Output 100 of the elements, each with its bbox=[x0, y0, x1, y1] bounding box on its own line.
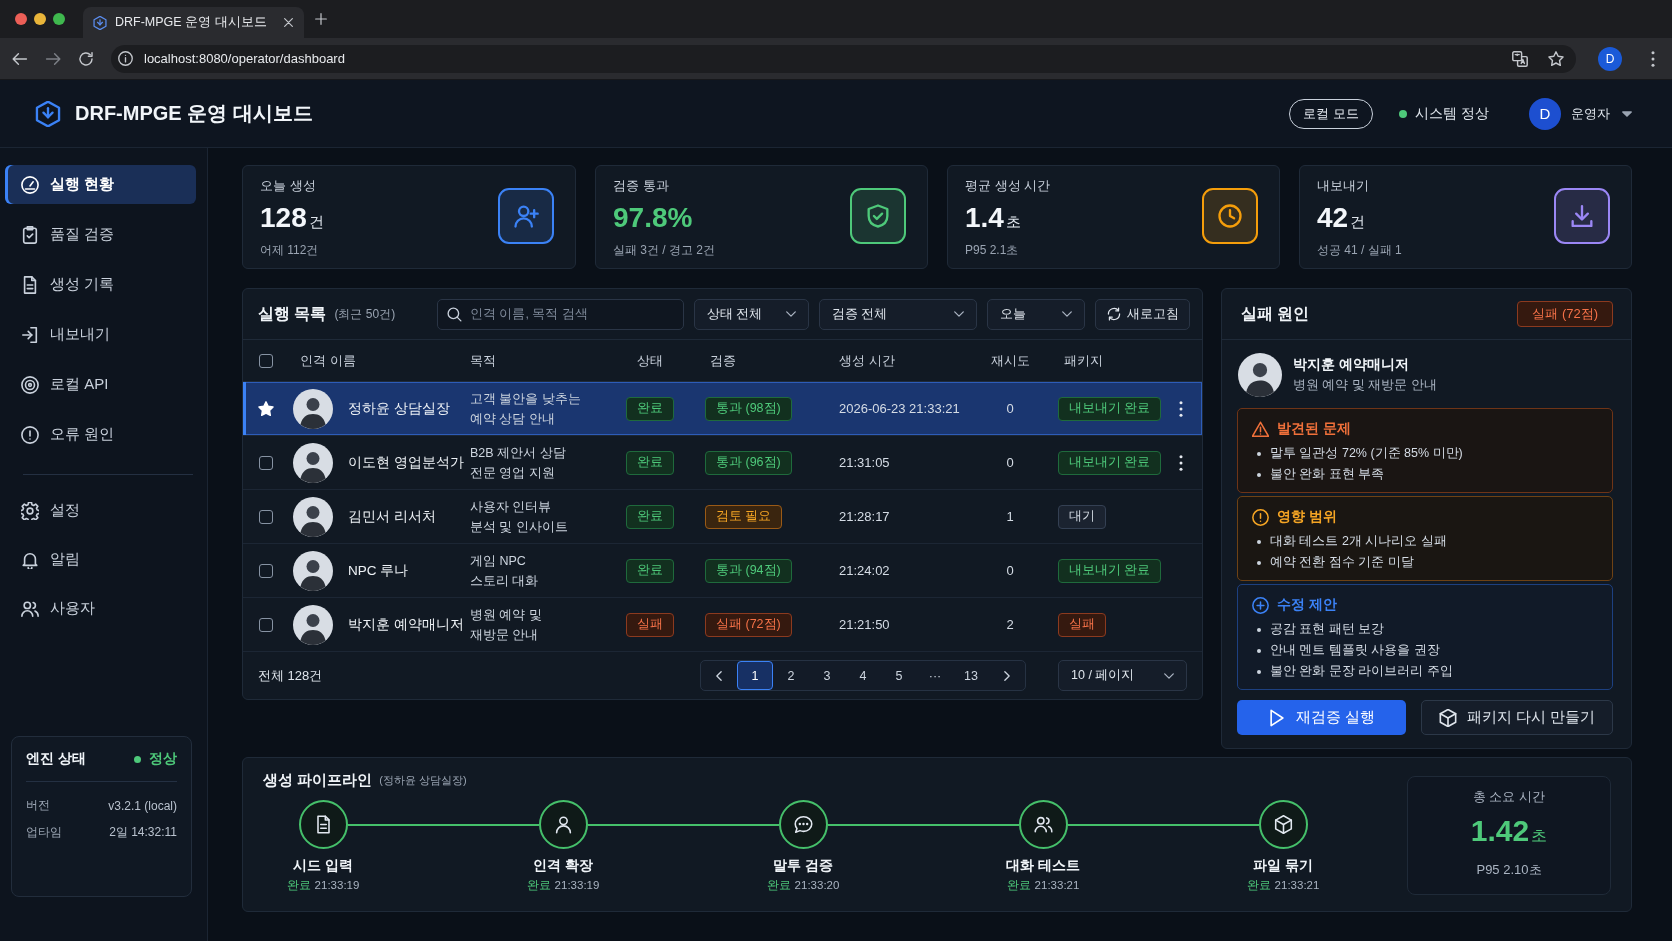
info-icon[interactable] bbox=[118, 51, 133, 66]
stat-subtext: 실패 3건 / 경고 2건 bbox=[613, 242, 716, 258]
row-checkbox[interactable] bbox=[258, 563, 273, 578]
play-icon bbox=[1268, 708, 1286, 727]
target-icon bbox=[21, 375, 39, 394]
page-button[interactable]: ··· bbox=[917, 661, 953, 690]
user-avatar[interactable]: D bbox=[1529, 97, 1561, 130]
search-field[interactable]: 인격 이름, 목적 검색 bbox=[437, 298, 684, 330]
chevron-right-icon bbox=[1004, 670, 1010, 681]
filter-dropdown[interactable]: 상태 전체 bbox=[694, 298, 809, 330]
persona-name: 정하윤 상담실장 bbox=[348, 399, 450, 418]
translate-icon[interactable] bbox=[1512, 50, 1528, 67]
more-options-icon[interactable] bbox=[1651, 50, 1655, 67]
star-icon[interactable] bbox=[257, 400, 274, 417]
maximize-window-icon[interactable] bbox=[53, 13, 65, 25]
page-size-dropdown[interactable]: 10 / 페이지 bbox=[1058, 660, 1187, 691]
alert-circle-icon bbox=[1252, 508, 1269, 526]
table-row[interactable]: 정하윤 상담실장 고객 불안을 낮추는 예약 상담 안내 완료 통과 (98점) 2026-06-23 21:33:21 0 내보내기 완료 bbox=[243, 382, 1202, 436]
column-header: 생성 시간 bbox=[839, 352, 895, 368]
filter-dropdown[interactable]: 검증 전체 bbox=[819, 298, 977, 330]
sidebar-item[interactable]: 품질 검증 bbox=[5, 215, 196, 254]
table-row[interactable]: NPC 루나 게임 NPC 스토리 대화 완료 통과 (94점) 21:24:02 0 내보내기 완료 bbox=[243, 544, 1202, 598]
user-name[interactable]: 운영자 bbox=[1571, 104, 1610, 123]
page-button[interactable]: 5 bbox=[881, 661, 917, 690]
row-checkbox[interactable] bbox=[258, 509, 273, 524]
plus-icon[interactable] bbox=[315, 13, 327, 25]
select-all-checkbox[interactable] bbox=[258, 353, 273, 368]
gauge-icon bbox=[21, 175, 39, 194]
row-checkbox[interactable] bbox=[258, 617, 273, 632]
list-item-text: 공감 표현 패턴 보강 bbox=[1270, 621, 1385, 638]
status-badge: 완료 bbox=[626, 450, 674, 475]
sidebar-item[interactable]: 알림 bbox=[5, 540, 196, 579]
step-label: 인격 확장 bbox=[533, 856, 593, 875]
sidebar-item[interactable]: 설정 bbox=[5, 491, 196, 530]
page-button[interactable]: 3 bbox=[809, 661, 845, 690]
avatar-icon bbox=[293, 604, 333, 645]
stat-unit: 초 bbox=[1005, 213, 1021, 232]
warning-icon bbox=[1252, 420, 1269, 438]
page-button[interactable]: 1 bbox=[737, 661, 773, 690]
sidebar-item[interactable]: 오류 원인 bbox=[5, 415, 196, 454]
column-header: 상태 bbox=[637, 352, 663, 368]
minimize-window-icon[interactable] bbox=[34, 13, 46, 25]
bullet-icon bbox=[1257, 560, 1261, 565]
rebuild-package-button[interactable]: 패키지 다시 만들기 bbox=[1421, 700, 1613, 735]
system-status-text: 시스템 정상 bbox=[1415, 104, 1489, 123]
stat-value: 1.4 bbox=[965, 203, 1004, 233]
stat-value: 97.8% bbox=[613, 203, 693, 233]
forward-arrow-icon[interactable] bbox=[45, 50, 61, 67]
reload-icon[interactable] bbox=[78, 50, 94, 67]
step-status: 완료 bbox=[1006, 878, 1031, 893]
sidebar-item[interactable]: 사용자 bbox=[5, 589, 196, 628]
filter-dropdown[interactable]: 오늘 bbox=[987, 298, 1085, 330]
verification-badge: 실패 (72점) bbox=[705, 612, 792, 637]
verification-badge: 통과 (98점) bbox=[705, 396, 792, 421]
back-arrow-icon[interactable] bbox=[12, 50, 28, 67]
bookmark-star-icon[interactable] bbox=[1548, 50, 1564, 67]
address-bar[interactable]: localhost:8080/operator/dashboard bbox=[111, 44, 1576, 73]
page-button[interactable]: 13 bbox=[953, 661, 989, 690]
package-badge: 내보내기 완료 bbox=[1058, 396, 1162, 421]
row-checkbox[interactable] bbox=[258, 455, 273, 470]
refresh-button[interactable]: 새로고침 bbox=[1095, 298, 1190, 330]
settings-icon bbox=[21, 501, 39, 520]
info-value: v3.2.1 (local) bbox=[108, 798, 177, 813]
bullet-icon bbox=[1257, 648, 1261, 653]
rerun-button[interactable]: 재검증 실행 bbox=[1237, 700, 1406, 735]
close-icon[interactable] bbox=[284, 18, 293, 27]
persona-name: 이도현 영업분석가 bbox=[348, 453, 464, 472]
close-window-icon[interactable] bbox=[15, 13, 27, 25]
profile-avatar-button[interactable]: D bbox=[1598, 46, 1622, 71]
sidebar-item[interactable]: 생성 기록 bbox=[5, 265, 196, 304]
refresh-icon bbox=[1106, 307, 1121, 321]
chevron-down-icon bbox=[954, 311, 964, 317]
persona-name: NPC 루나 bbox=[348, 561, 409, 580]
stat-subtext: P95 2.1초 bbox=[965, 242, 1019, 258]
chevron-down-icon bbox=[1164, 672, 1174, 679]
sidebar-item[interactable]: 로컬 API bbox=[5, 365, 196, 404]
table-row[interactable]: 김민서 리서처 사용자 인터뷰 분석 및 인사이트 완료 검토 필요 21:28:17 1 대기 bbox=[243, 490, 1202, 544]
verification-badge: 통과 (96점) bbox=[705, 450, 792, 475]
users-icon bbox=[21, 599, 39, 618]
page-button[interactable]: 2 bbox=[773, 661, 809, 690]
retry-count: 2 bbox=[1006, 617, 1014, 632]
section-title: 수정 제안 bbox=[1277, 596, 1337, 614]
caret-down-icon[interactable] bbox=[1622, 110, 1632, 117]
p95-text: P95 2.10초 bbox=[1476, 861, 1542, 879]
hexagon-favicon-icon bbox=[93, 15, 107, 30]
plus-circle-icon bbox=[1252, 596, 1269, 614]
sidebar-item[interactable]: 내보내기 bbox=[5, 315, 196, 354]
status-badge: 완료 bbox=[626, 504, 674, 529]
total-time-unit: 초 bbox=[1531, 826, 1548, 846]
page-button[interactable]: 4 bbox=[845, 661, 881, 690]
list-item-text: 예약 전환 점수 기준 미달 bbox=[1270, 554, 1414, 571]
avatar-icon bbox=[1238, 353, 1282, 397]
engine-status-text: 정상 bbox=[149, 750, 177, 768]
chevron-down-icon bbox=[786, 311, 796, 317]
arrow-into-box-icon bbox=[21, 325, 39, 344]
column-header: 인격 이름 bbox=[300, 352, 356, 368]
stat-label: 오늘 생성 bbox=[260, 177, 316, 195]
browser-tab[interactable]: DRF-MPGE 운영 대시보드 bbox=[83, 7, 304, 38]
bullet-icon bbox=[1257, 539, 1261, 544]
sidebar-item[interactable]: 실행 현황 bbox=[5, 165, 196, 204]
